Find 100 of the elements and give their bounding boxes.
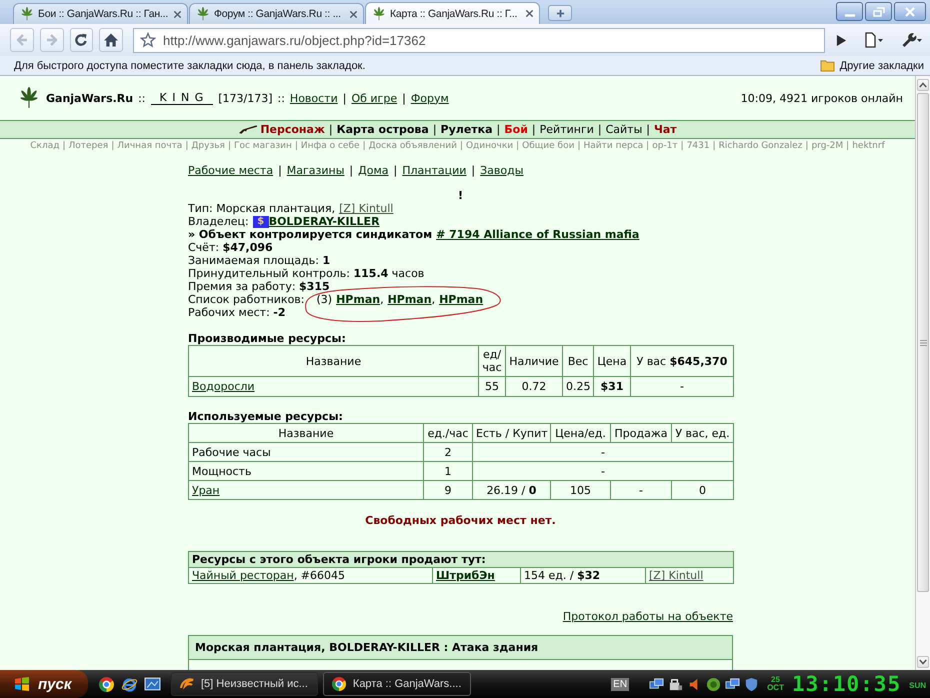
notice-text: ! (458, 189, 464, 202)
table-cell: 0.72 (506, 376, 562, 396)
start-button[interactable]: пуск (0, 670, 88, 698)
monitors-icon[interactable] (649, 676, 664, 692)
close-icon[interactable] (173, 10, 182, 18)
other-bookmarks-button[interactable]: Другие закладки (820, 59, 924, 72)
restore-button[interactable] (865, 2, 892, 21)
category-link[interactable]: Плантации (402, 164, 466, 177)
separator: | (362, 141, 366, 151)
address-field[interactable]: http://www.ganjawars.ru/object.php?id=17362 (133, 28, 825, 52)
date-day: 25 (771, 676, 780, 684)
category-link[interactable]: Дома (358, 164, 389, 177)
owner-link[interactable]: [Z] Kintull (339, 202, 394, 215)
category-link[interactable]: Рабочие места (188, 164, 274, 177)
table-cell: 1 (424, 462, 472, 480)
grip-icon (920, 340, 926, 346)
separator: | (805, 141, 808, 151)
bookmarks-hint: Для быстрого доступа поместите закладки сюда, в панель закладок. (14, 60, 366, 72)
close-icon[interactable] (349, 10, 358, 18)
browser-icon (330, 676, 347, 692)
nav-link[interactable]: Карта острова (336, 123, 429, 136)
nav-link[interactable]: Сайты (606, 123, 642, 136)
header-link[interactable]: Новости (290, 92, 338, 104)
scrollbar-thumb[interactable] (917, 93, 929, 592)
nav-link[interactable]: Рулетка (440, 123, 493, 136)
nav-link[interactable]: Чат (654, 123, 677, 136)
dollar-badge: $ (252, 216, 269, 228)
worker-link[interactable]: HPman (388, 293, 432, 306)
info-label: Список работников: (188, 293, 304, 306)
shop-link[interactable]: Чайный ресторан (192, 569, 294, 582)
shield-icon[interactable] (744, 676, 760, 692)
monitors-icon[interactable] (725, 676, 740, 692)
shield-icon[interactable] (706, 676, 722, 692)
nav-link[interactable]: Персонаж (260, 123, 325, 136)
nav-link[interactable]: Рейтинги (540, 123, 594, 136)
reload-button[interactable] (70, 28, 94, 52)
table-title: Ресурсы с этого объекта игроки продают тут: (188, 552, 734, 568)
worker-link[interactable]: HPman (336, 293, 380, 306)
clock-time[interactable]: 13:10:35 (792, 672, 902, 696)
scrollbar-track[interactable] (915, 76, 930, 670)
new-tab-button[interactable] (548, 5, 572, 21)
separator: | (432, 123, 437, 136)
info-text: Принудительный контроль: 115.4 часов (188, 267, 424, 280)
table-cell: 0.25 (562, 376, 594, 396)
scroll-up-button[interactable] (917, 79, 929, 91)
syndicate-link[interactable]: # 7194 Alliance of Russian mafia (436, 228, 640, 241)
separator: :: (278, 92, 285, 104)
owner-link[interactable]: [Z] Kintull (649, 569, 704, 582)
resource-link[interactable]: Водоросли (192, 380, 255, 393)
browser-icon[interactable] (98, 676, 115, 692)
info-text: Счёт: $47,096 (188, 241, 273, 254)
category-link[interactable]: Заводы (480, 164, 524, 177)
separator: | (460, 141, 463, 151)
wrench-icon (901, 32, 923, 48)
minimize-button[interactable] (836, 2, 863, 21)
browser-tab[interactable]: Карта :: GanjaWars.Ru :: Г... (365, 2, 540, 24)
leaf-icon (196, 7, 210, 21)
resource-link[interactable]: Уран (192, 484, 220, 496)
table-cell: 9 (424, 480, 472, 500)
star-icon[interactable] (140, 32, 156, 48)
protocol-link[interactable]: Протокол работы на объекте (562, 610, 733, 623)
leaf-icon (372, 6, 386, 20)
nav-link[interactable]: Бой (504, 123, 528, 136)
header-link[interactable]: Форум (410, 92, 449, 104)
header-link[interactable]: Об игре (351, 92, 398, 104)
table-cell: - (472, 442, 734, 462)
info-text: Занимаемая площадь: 1 (188, 254, 330, 267)
separator: | (846, 141, 850, 151)
browser-tab[interactable]: Форум :: GanjaWars.Ru :: ... (189, 3, 364, 24)
separator: , (380, 293, 384, 306)
separator: | (294, 141, 298, 151)
orbit-icon[interactable] (121, 676, 138, 692)
separator: | (598, 123, 602, 136)
swirl-icon (179, 676, 195, 692)
user-link[interactable]: K I N G (150, 92, 214, 104)
seller-link[interactable]: ШтрибЭн (436, 569, 495, 582)
panel-title: Морская плантация, BOLDERAY-KILLER : Атака здания (189, 636, 732, 660)
category-link[interactable]: Магазины (286, 164, 344, 177)
resource-name: Рабочие часы (192, 446, 271, 458)
taskbar-button[interactable]: Карта :: GanjaWars.... (322, 672, 472, 696)
online-status: 10:09, 4921 игроков онлайн (740, 92, 903, 104)
table-cell: - (630, 376, 734, 396)
column-header: У вас $645,370 (630, 346, 734, 376)
close-button[interactable] (894, 2, 926, 21)
browser-tab[interactable]: Бои :: GanjaWars.Ru :: Ган... (13, 3, 188, 24)
leaf-icon (20, 7, 34, 21)
taskbar-button[interactable]: [5] Неизвестный ис... (171, 672, 318, 696)
worker-link[interactable]: HPman (439, 293, 484, 306)
home-button[interactable] (99, 28, 123, 52)
language-indicator[interactable]: EN (611, 678, 630, 690)
table-cell: - (610, 480, 672, 500)
close-icon (904, 6, 916, 16)
network-icon[interactable] (668, 676, 684, 692)
close-icon[interactable] (525, 9, 534, 18)
scroll-down-button[interactable] (917, 656, 929, 668)
separator: | (646, 123, 650, 136)
separator: | (496, 123, 500, 136)
owner-link[interactable]: BOLDERAY-KILLER (268, 215, 380, 228)
desktop-icon[interactable] (144, 676, 161, 692)
info-label: Тип: Морская плантация, (188, 202, 336, 215)
